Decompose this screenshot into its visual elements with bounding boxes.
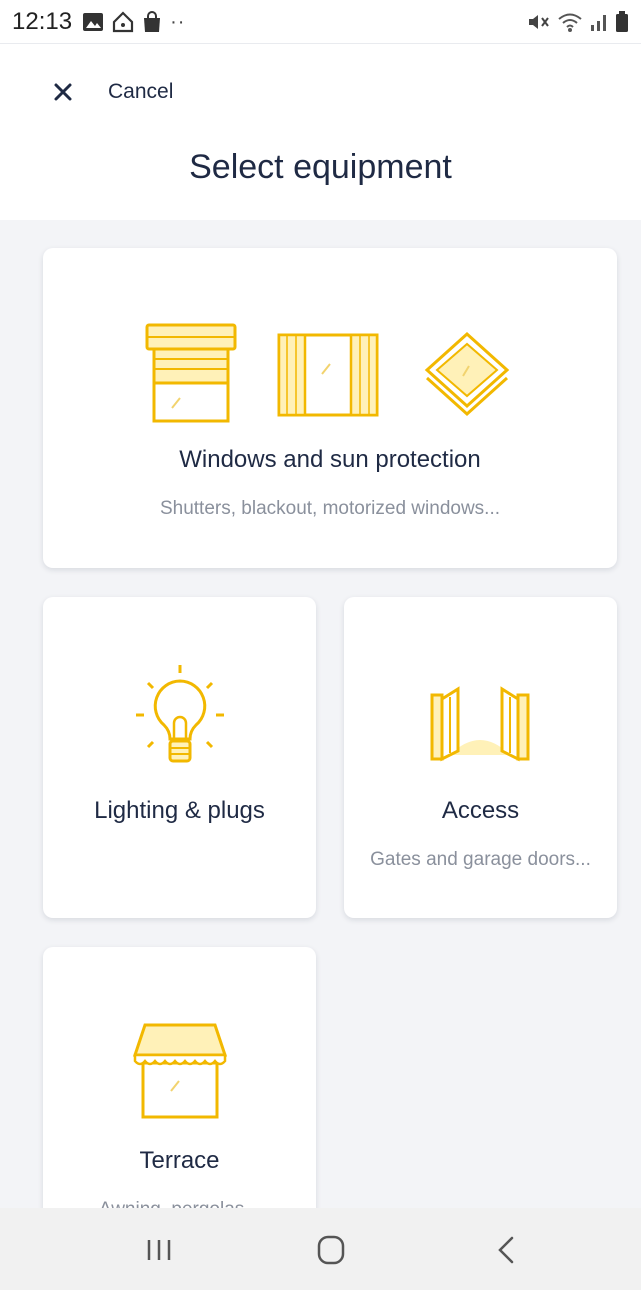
bag-icon (144, 11, 161, 32)
home-icon (112, 11, 134, 33)
page-title: Select equipment (189, 148, 452, 186)
status-time: 12:13 (12, 8, 73, 35)
header: Cancel Select equipment (0, 44, 641, 220)
card-subtitle: Awning, pergolas... (43, 1199, 316, 1208)
card-lighting-plugs[interactable]: Lighting & plugs (43, 597, 316, 918)
cancel-label[interactable]: Cancel (108, 80, 173, 104)
signal-icon (591, 15, 606, 31)
status-icons-left: ·· (82, 11, 185, 34)
card-subtitle: Shutters, blackout, motorized windows... (159, 498, 501, 519)
back-icon[interactable] (484, 1230, 532, 1270)
card-title: Lighting & plugs (94, 797, 265, 824)
skylight-icon (424, 331, 510, 417)
mute-icon (529, 15, 549, 29)
battery-icon (616, 11, 628, 32)
status-icons-right (527, 11, 629, 33)
card-access[interactable]: Access Gates and garage doors... (344, 597, 617, 918)
home-button-icon[interactable] (307, 1230, 355, 1270)
close-icon[interactable] (52, 81, 74, 103)
gate-icon (430, 686, 530, 762)
system-nav-bar (0, 1208, 641, 1290)
card-terrace[interactable]: Terrace Awning, pergolas... (43, 947, 316, 1208)
recent-apps-icon[interactable] (135, 1230, 183, 1270)
card-title: Terrace (139, 1147, 220, 1174)
cancel-button[interactable]: Cancel (52, 80, 173, 104)
gallery-icon (83, 13, 104, 31)
wifi-icon (558, 13, 582, 32)
awning-icon (132, 1023, 228, 1119)
card-title: Windows and sun protection (179, 446, 481, 473)
more-dots-icon: ·· (170, 10, 186, 33)
card-title: Access (441, 797, 520, 824)
card-windows-sun-protection[interactable]: Windows and sun protection Shutters, bla… (43, 248, 617, 568)
lightbulb-icon (136, 665, 224, 763)
status-bar: 12:13 ·· (0, 0, 641, 44)
card-subtitle: Gates and garage doors... (370, 849, 591, 870)
equipment-list: Windows and sun protection Shutters, bla… (0, 220, 641, 1208)
shutter-icon (145, 323, 237, 423)
curtain-window-icon (277, 333, 379, 417)
